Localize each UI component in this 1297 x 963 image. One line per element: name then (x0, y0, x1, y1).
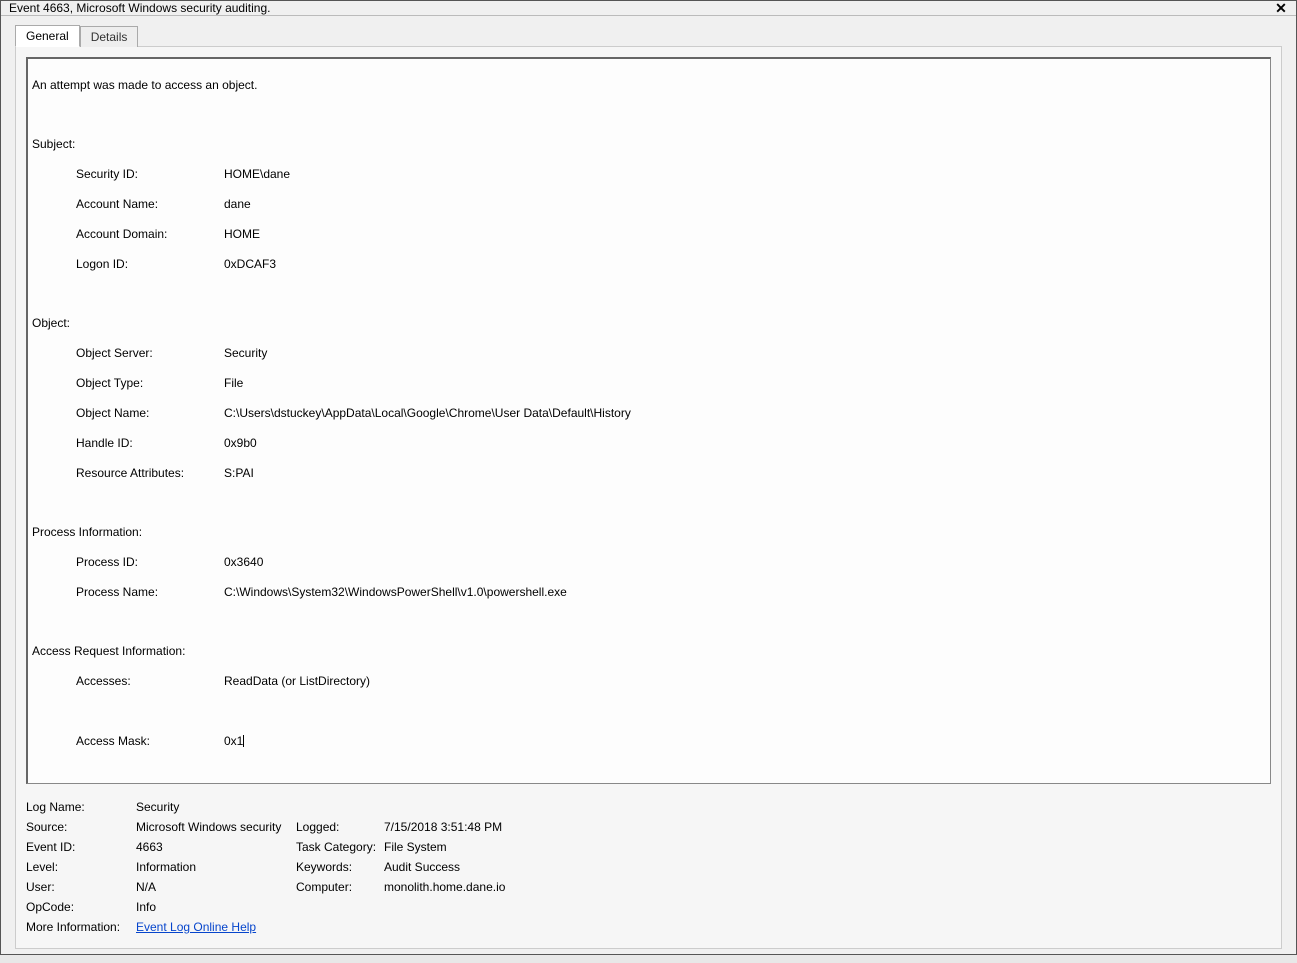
logged-label: Logged: (296, 820, 384, 834)
event-id-value: 4663 (136, 840, 296, 854)
opcode-value: Info (136, 900, 296, 914)
tabs-row: General Details (15, 24, 1282, 46)
source-value: Microsoft Windows security (136, 820, 296, 834)
object-type-label: Object Type: (76, 376, 224, 391)
window-title: Event 4663, Microsoft Windows security a… (9, 1, 1272, 15)
event-id-label: Event ID: (26, 840, 136, 854)
keywords-value: Audit Success (384, 860, 884, 874)
process-name-label: Process Name: (76, 585, 224, 600)
titlebar: Event 4663, Microsoft Windows security a… (1, 1, 1296, 16)
opcode-label: OpCode: (26, 900, 136, 914)
level-value: Information (136, 860, 296, 874)
logon-id-value: 0xDCAF3 (224, 257, 1266, 272)
event-log-help-link[interactable]: Event Log Online Help (136, 920, 256, 934)
log-name-value: Security (136, 800, 296, 814)
more-info-label: More Information: (26, 920, 136, 934)
process-id-label: Process ID: (76, 555, 224, 570)
subject-header: Subject: (32, 137, 75, 152)
resource-attrs-label: Resource Attributes: (76, 466, 224, 481)
event-properties-window: Event 4663, Microsoft Windows security a… (0, 0, 1297, 955)
account-domain-value: HOME (224, 227, 1266, 242)
task-category-value: File System (384, 840, 884, 854)
accesses-label: Accesses: (76, 674, 224, 689)
logged-value: 7/15/2018 3:51:48 PM (384, 820, 884, 834)
object-name-label: Object Name: (76, 406, 224, 421)
account-name-value: dane (224, 197, 1266, 212)
tab-details[interactable]: Details (80, 26, 139, 47)
tab-panel-general: An attempt was made to access an object.… (15, 46, 1282, 949)
task-category-label: Task Category: (296, 840, 384, 854)
event-meta-grid: Log Name: Security Source: Microsoft Win… (26, 800, 1271, 934)
computer-value: monolith.home.dane.io (384, 880, 884, 894)
object-server-value: Security (224, 346, 1266, 361)
object-name-value: C:\Users\dstuckey\AppData\Local\Google\C… (224, 406, 1266, 421)
access-mask-value: 0x1 (224, 734, 1266, 749)
object-server-label: Object Server: (76, 346, 224, 361)
computer-label: Computer: (296, 880, 384, 894)
process-id-value: 0x3640 (224, 555, 1266, 570)
process-name-value: C:\Windows\System32\WindowsPowerShell\v1… (224, 585, 1266, 600)
level-label: Level: (26, 860, 136, 874)
account-domain-label: Account Domain: (76, 227, 224, 242)
object-type-value: File (224, 376, 1266, 391)
access-header: Access Request Information: (32, 644, 185, 659)
source-label: Source: (26, 820, 136, 834)
security-id-value: HOME\dane (224, 167, 1266, 182)
keywords-label: Keywords: (296, 860, 384, 874)
logon-id-label: Logon ID: (76, 257, 224, 272)
account-name-label: Account Name: (76, 197, 224, 212)
accesses-value: ReadData (or ListDirectory) (224, 674, 1266, 689)
event-message-box[interactable]: An attempt was made to access an object.… (26, 57, 1271, 784)
user-label: User: (26, 880, 136, 894)
access-mask-label: Access Mask: (76, 734, 224, 749)
security-id-label: Security ID: (76, 167, 224, 182)
content-area: General Details An attempt was made to a… (1, 16, 1296, 963)
resource-attrs-value: S:PAI (224, 466, 1266, 481)
handle-id-label: Handle ID: (76, 436, 224, 451)
msg-headline: An attempt was made to access an object. (32, 78, 257, 93)
handle-id-value: 0x9b0 (224, 436, 1266, 451)
log-name-label: Log Name: (26, 800, 136, 814)
close-icon[interactable]: ✕ (1272, 1, 1290, 15)
user-value: N/A (136, 880, 296, 894)
object-header: Object: (32, 316, 70, 331)
process-header: Process Information: (32, 525, 142, 540)
text-cursor (243, 735, 244, 747)
tab-general[interactable]: General (15, 25, 80, 47)
